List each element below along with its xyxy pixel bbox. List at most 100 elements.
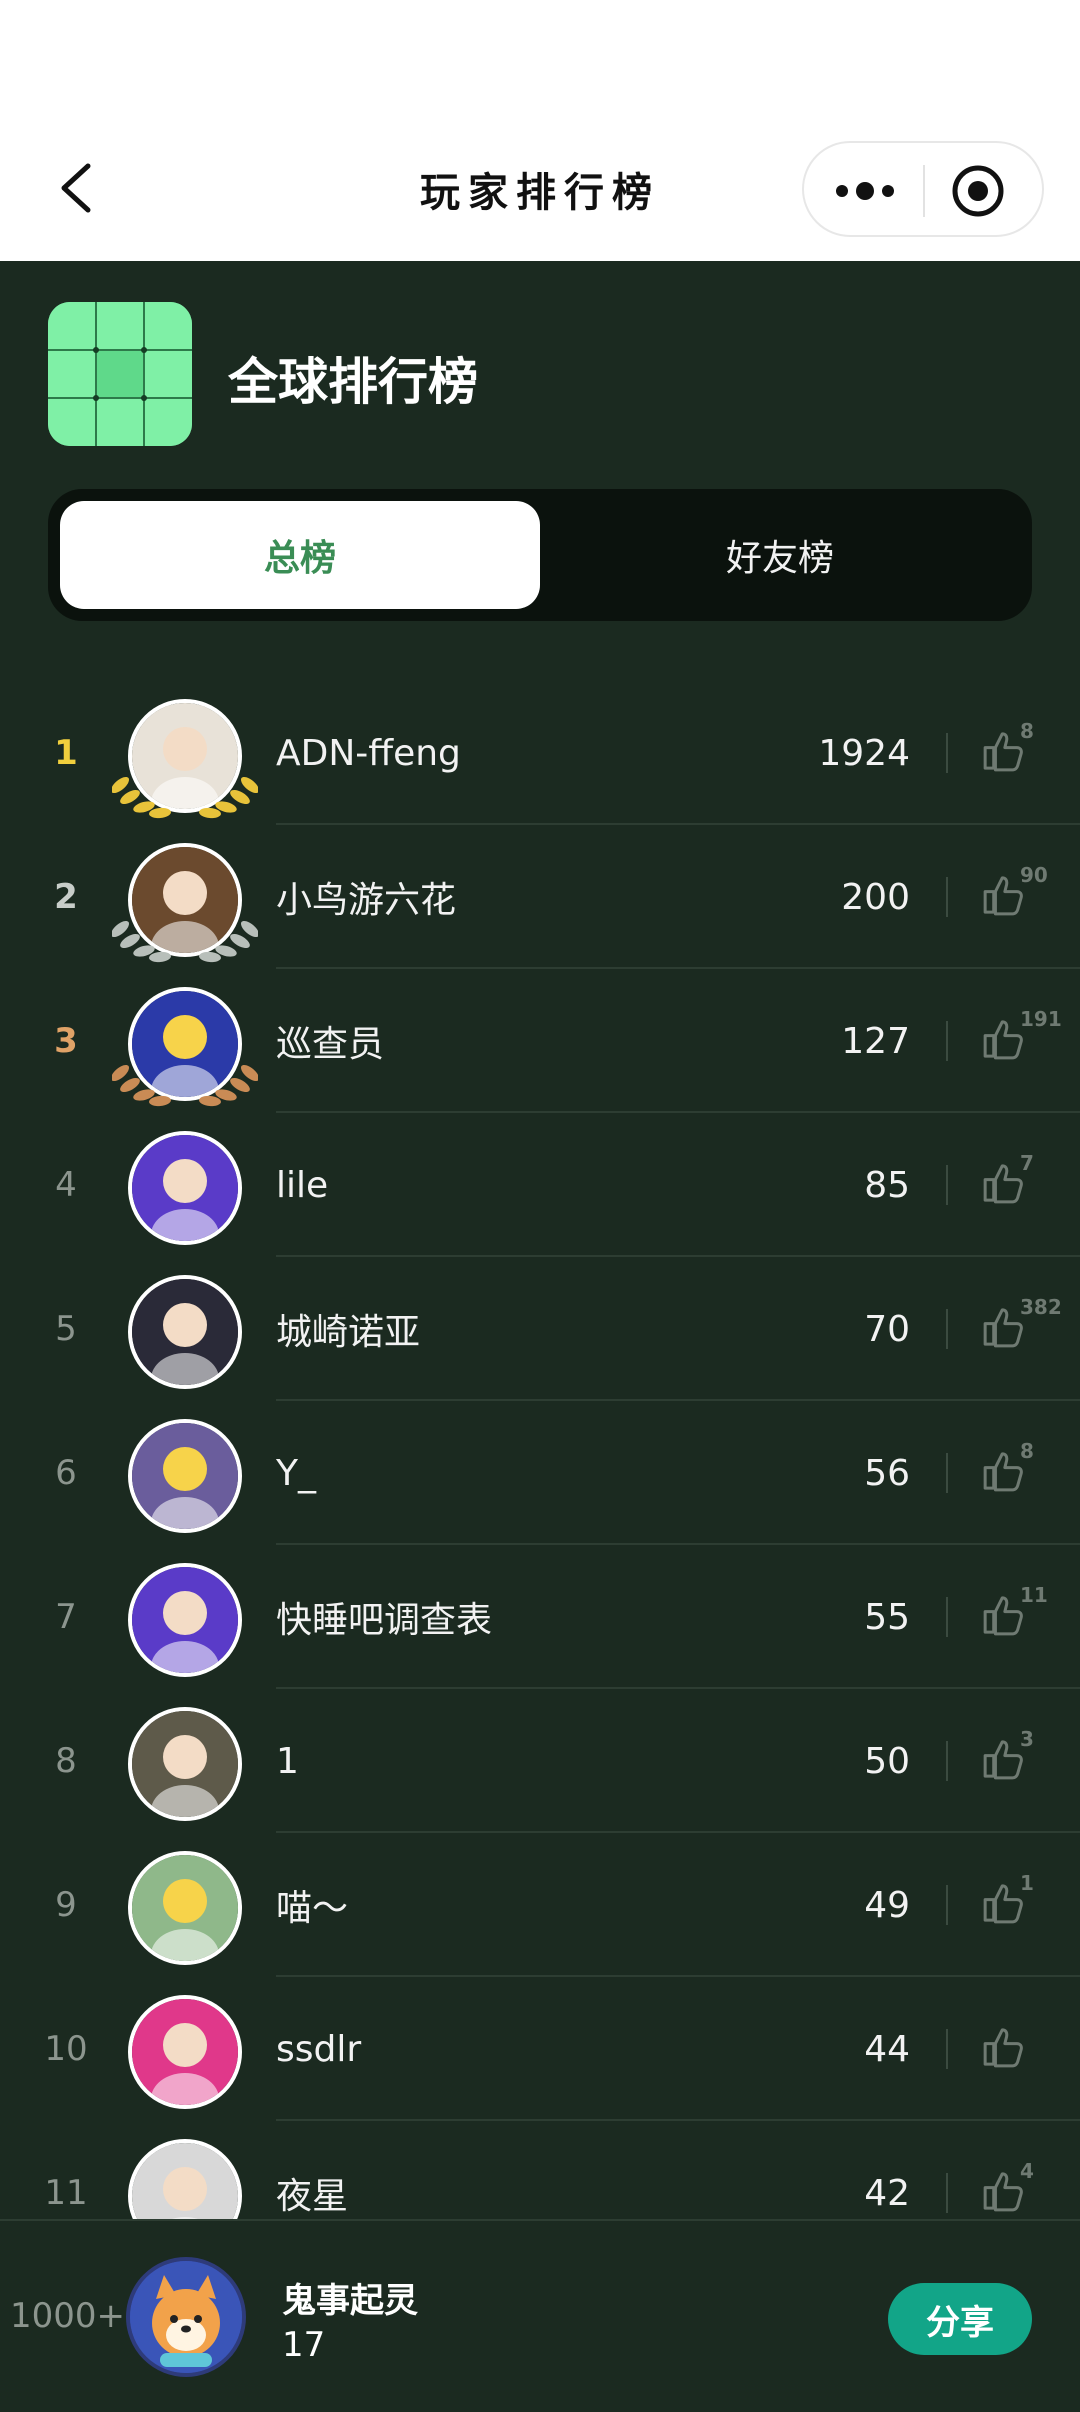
row-divider [946, 1453, 948, 1493]
row-divider [946, 1741, 948, 1781]
leaderboard-title: 全球排行榜 [228, 353, 478, 411]
avatar-wrapper [126, 1561, 244, 1679]
row-divider [946, 1597, 948, 1637]
player-score: 200 [841, 876, 910, 918]
player-score: 55 [864, 1596, 910, 1638]
ranking-row[interactable]: 1 ADN-ffeng 1924 8 [0, 681, 1080, 825]
player-name: 巡查员 [276, 1024, 385, 1065]
capsule-divider [923, 165, 925, 217]
ranking-row[interactable]: 3 巡查员 127 191 [0, 969, 1080, 1113]
my-rank: 1000+ [10, 2296, 126, 2336]
player-score: 85 [864, 1164, 910, 1206]
laurel-icon [112, 920, 258, 963]
avatar[interactable] [128, 1995, 242, 2109]
player-name: 1 [276, 1740, 299, 1782]
avatar-wrapper [126, 1705, 244, 1823]
avatar[interactable] [128, 1563, 242, 1677]
more-button[interactable] [830, 169, 900, 213]
rank-number: 1 [54, 733, 78, 773]
thumbs-up-icon [983, 2028, 1023, 2068]
rank-number: 11 [44, 2173, 88, 2213]
my-name: 鬼事起灵 [282, 2281, 418, 2321]
rank-number: 8 [55, 1741, 77, 1781]
my-avatar[interactable] [126, 2257, 246, 2377]
player-score: 56 [864, 1452, 910, 1494]
row-divider [946, 877, 948, 917]
row-divider [946, 1309, 948, 1349]
like-count: 3 [1020, 1727, 1034, 1751]
close-button[interactable] [950, 163, 1006, 219]
player-score: 44 [864, 2028, 910, 2070]
avatar[interactable] [128, 1707, 242, 1821]
avatar-wrapper [126, 1417, 244, 1535]
player-score: 49 [864, 1884, 910, 1926]
ranking-row[interactable]: 7 快睡吧调查表 55 11 [0, 1545, 1080, 1689]
laurel-icon [112, 1064, 258, 1107]
ranking-row[interactable]: 6 Y_ 56 8 [0, 1401, 1080, 1545]
avatar-wrapper [126, 1993, 244, 2111]
player-score: 42 [864, 2172, 910, 2214]
tab-bar: 总榜 好友榜 [48, 489, 1032, 621]
avatar[interactable] [128, 1419, 242, 1533]
my-rank-bar: 1000+ 鬼事起灵 17 分享 [0, 2219, 1080, 2412]
rank-number: 5 [55, 1309, 77, 1349]
player-name: 夜星 [276, 2176, 349, 2217]
rank-number: 3 [54, 1021, 78, 1061]
row-divider [946, 733, 948, 773]
player-name: 喵～ [276, 1888, 349, 1929]
like-count: 1 [1020, 1871, 1034, 1895]
ranking-row[interactable]: 4 lile 85 7 [0, 1113, 1080, 1257]
player-score: 127 [841, 1020, 910, 1062]
ranking-row[interactable]: 5 城崎诺亚 70 382 [0, 1257, 1080, 1401]
row-divider [946, 2173, 948, 2213]
mini-program-capsule [802, 141, 1044, 237]
ranking-row[interactable]: 2 小鸟游六花 200 90 [0, 825, 1080, 969]
avatar-wrapper [126, 1129, 244, 1247]
rank-number: 6 [55, 1453, 77, 1493]
share-button[interactable]: 分享 [888, 2283, 1032, 2355]
player-score: 1924 [818, 732, 910, 774]
player-score: 50 [864, 1740, 910, 1782]
target-circle-icon [952, 165, 1004, 217]
like-count: 8 [1020, 719, 1034, 743]
ranking-row[interactable]: 11 夜星 42 4 [0, 2121, 1080, 2219]
rank-number: 7 [55, 1597, 77, 1637]
ranking-row[interactable]: 8 1 50 3 [0, 1689, 1080, 1833]
rank-number: 2 [54, 877, 78, 917]
more-dots-icon [836, 182, 894, 200]
player-score: 70 [864, 1308, 910, 1350]
ranking-row[interactable]: 9 喵～ 49 1 [0, 1833, 1080, 1977]
row-divider [946, 1021, 948, 1061]
avatar[interactable] [128, 1131, 242, 1245]
tab-overall[interactable]: 总榜 [60, 501, 540, 609]
avatar-wrapper [112, 985, 258, 1107]
ranking-list[interactable]: 1 ADN-ffeng 1924 8 2 小鸟游六花 200 90 3 巡查员 127 1 9 1 4 lil… [0, 681, 1080, 2219]
player-name: lile [276, 1164, 329, 1206]
avatar-wrapper [112, 841, 258, 963]
grid-icon [48, 302, 192, 446]
nav-bar: 玩家排行榜 [0, 0, 1080, 261]
like-count: 7 [1020, 1151, 1034, 1175]
like-count: 8 [1020, 1439, 1034, 1463]
player-name: 小鸟游六花 [276, 880, 457, 921]
player-name: 快睡吧调查表 [276, 1600, 493, 1641]
avatar-wrapper [126, 1849, 244, 1967]
avatar[interactable] [128, 1851, 242, 1965]
like-button[interactable] [980, 2023, 1036, 2079]
tab-friends[interactable]: 好友榜 [540, 501, 1020, 609]
row-divider [946, 1885, 948, 1925]
player-name: Y_ [276, 1452, 316, 1494]
player-name: ADN-ffeng [276, 732, 461, 774]
like-count: 4 [1020, 2159, 1034, 2183]
rank-number: 4 [55, 1165, 77, 1205]
like-count: 382 [1020, 1295, 1062, 1319]
like-count: 90 [1020, 863, 1048, 887]
player-name: 城崎诺亚 [276, 1312, 421, 1353]
avatar[interactable] [128, 2139, 242, 2219]
rank-number: 9 [55, 1885, 77, 1925]
ranking-row[interactable]: 10 ssdlr 44 [0, 1977, 1080, 2121]
avatar[interactable] [128, 1275, 242, 1389]
rank-number: 10 [44, 2029, 88, 2069]
row-divider [946, 1165, 948, 1205]
avatar-wrapper [126, 1273, 244, 1391]
